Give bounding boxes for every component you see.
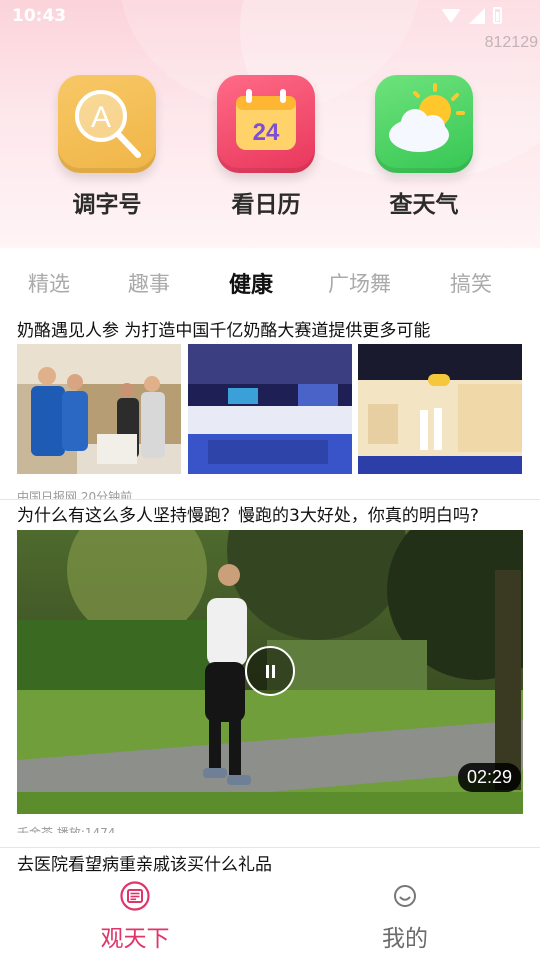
status-bar: 10:43 [0, 0, 540, 34]
smiley-icon [390, 881, 420, 911]
divider [0, 499, 540, 500]
video-duration: 02:29 [457, 763, 521, 792]
nav-item-me[interactable]: 我的 [325, 872, 485, 953]
calendar-day-number: 24 [253, 119, 280, 146]
video-player[interactable]: 02:29 [17, 530, 523, 814]
signal-icon [469, 7, 485, 24]
video-title[interactable]: 为什么有这么多人坚持慢跑？慢跑的3大好处，你真的明白吗? [17, 501, 479, 526]
calendar-shortcut[interactable]: 24 看日历 [216, 75, 316, 219]
font-size-magnifier-icon: A [58, 75, 156, 173]
tab-health[interactable]: 健康 [229, 267, 273, 299]
status-icons [441, 7, 502, 24]
status-time: 10:43 [12, 6, 67, 26]
pause-button[interactable] [245, 646, 295, 696]
news-icon [120, 881, 150, 911]
device-code: 812129 [484, 34, 538, 51]
wifi-icon [441, 8, 461, 23]
font-size-label: 调字号 [72, 192, 142, 218]
nav-label-news: 观天下 [100, 926, 170, 952]
weather-sun-cloud-icon [375, 75, 473, 173]
tab-funny[interactable]: 搞笑 [450, 268, 492, 298]
article-source: 中国日报网 20分钟前 [17, 490, 133, 499]
calendar-label: 看日历 [231, 192, 301, 218]
weather-label: 查天气 [389, 192, 459, 218]
svg-text:A: A [91, 101, 111, 134]
nav-label-me: 我的 [382, 926, 428, 952]
weather-shortcut[interactable]: 查天气 [374, 75, 474, 219]
bottom-navigation: 观天下 我的 [0, 872, 540, 960]
battery-icon [493, 7, 502, 24]
category-tabs: 精选 趣事 健康 广场舞 搞笑 [0, 248, 540, 310]
tab-featured[interactable]: 精选 [28, 268, 70, 298]
font-size-shortcut[interactable]: A 调字号 [57, 75, 157, 219]
tab-fun[interactable]: 趣事 [128, 268, 170, 298]
stage-event-photo[interactable] [358, 344, 522, 474]
people-at-booth-photo[interactable] [17, 344, 181, 474]
video-meta: 千金茶 播放:1474 [17, 826, 116, 833]
tab-square-dance[interactable]: 广场舞 [328, 268, 391, 298]
conference-hall-photo[interactable] [188, 344, 352, 474]
divider [0, 847, 540, 848]
article-title[interactable]: 奶酪遇见人参 为打造中国千亿奶酪大赛道提供更多可能 [17, 316, 430, 341]
calendar-icon: 24 [217, 75, 315, 173]
nav-item-news[interactable]: 观天下 [55, 872, 215, 953]
